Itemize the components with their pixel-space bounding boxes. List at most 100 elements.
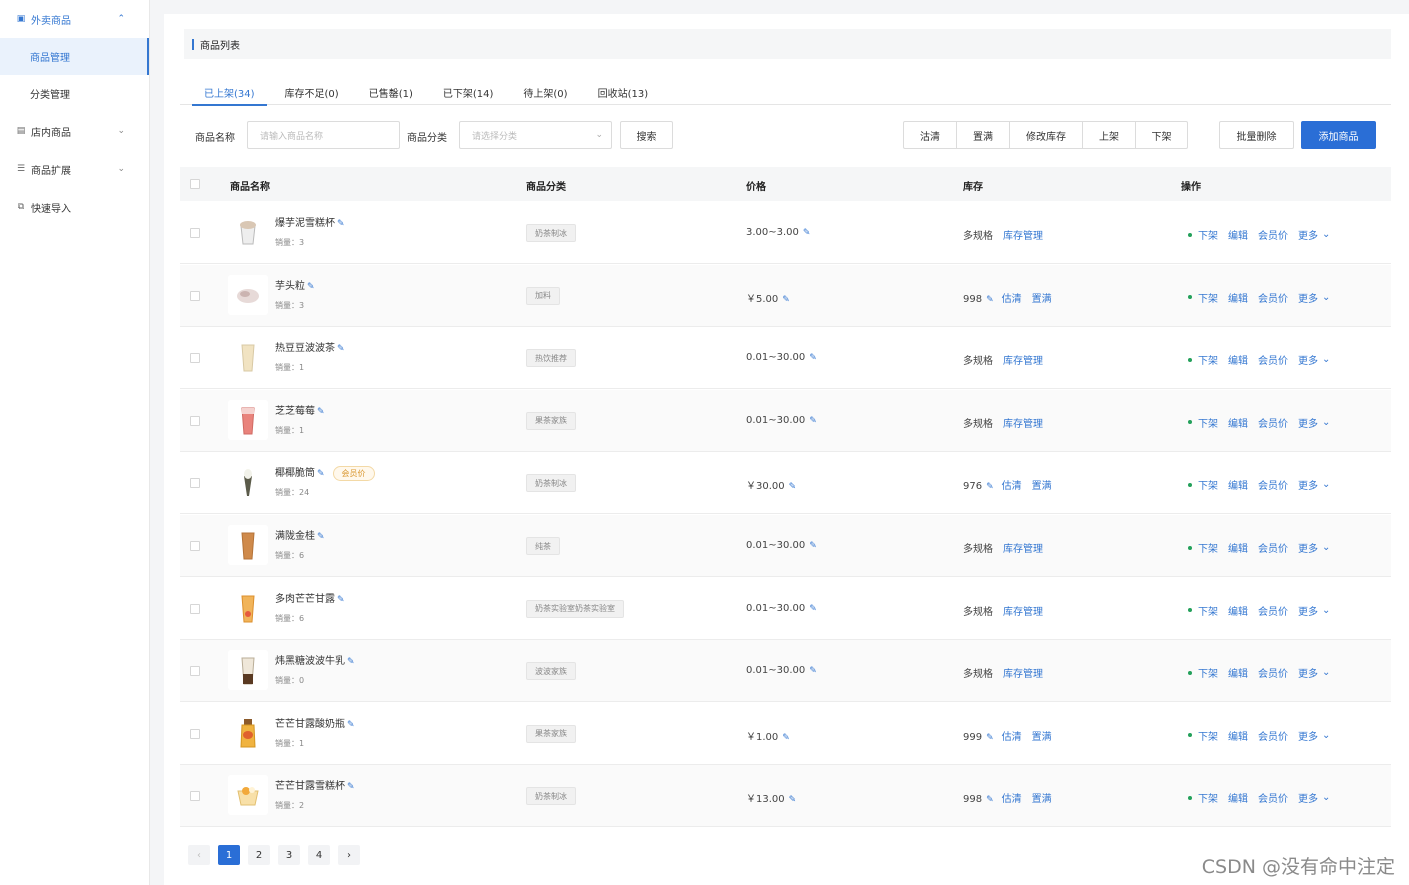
edit-price-icon[interactable]: ✎ [809, 353, 817, 363]
sidebar-group-extension[interactable]: ☰ 商品扩展 ⌄ [0, 150, 149, 188]
clear-stock-link[interactable]: 估清 [1002, 794, 1022, 805]
edit-stock-icon[interactable]: ✎ [986, 295, 994, 305]
edit-name-icon[interactable]: ✎ [317, 532, 325, 542]
edit-price-icon[interactable]: ✎ [809, 604, 817, 614]
batch-delete-button[interactable]: 批量删除 [1219, 121, 1294, 149]
edit-price-icon[interactable]: ✎ [789, 795, 797, 805]
row-checkbox[interactable] [190, 541, 200, 551]
page-4-button[interactable]: 4 [308, 845, 330, 865]
chevron-down-icon[interactable]: ⌄ [1322, 605, 1330, 616]
take-off-shelf-link[interactable]: 下架 [1198, 477, 1218, 492]
stock-manage-link[interactable]: 库存管理 [1003, 356, 1043, 367]
product-name-input[interactable]: 请输入商品名称 [247, 121, 400, 149]
member-price-link[interactable]: 会员价 [1258, 290, 1288, 305]
more-link[interactable]: 更多 [1298, 352, 1318, 367]
stock-manage-link[interactable]: 库存管理 [1003, 419, 1043, 430]
row-checkbox[interactable] [190, 478, 200, 489]
sidebar-group-takeout[interactable]: ▣ 外卖商品 ⌃ [0, 0, 149, 38]
row-checkbox[interactable] [190, 603, 200, 614]
more-link[interactable]: 更多 [1298, 227, 1318, 242]
member-price-link[interactable]: 会员价 [1258, 728, 1288, 743]
chevron-down-icon[interactable]: ⌄ [1322, 417, 1330, 428]
edit-link[interactable]: 编辑 [1228, 728, 1248, 743]
clear-stock-link[interactable]: 估清 [1002, 481, 1022, 492]
edit-name-icon[interactable]: ✎ [347, 782, 355, 792]
tab-off-shelf[interactable]: 已下架(14) [443, 80, 494, 105]
edit-link[interactable]: 编辑 [1228, 540, 1248, 555]
clear-stock-link[interactable]: 估清 [1002, 732, 1022, 743]
sidebar-item-category-manage[interactable]: 分类管理 [0, 75, 149, 112]
select-all-checkbox[interactable] [190, 179, 200, 189]
edit-price-icon[interactable]: ✎ [803, 228, 811, 238]
member-price-link[interactable]: 会员价 [1258, 477, 1288, 492]
chevron-down-icon[interactable]: ⌄ [1322, 229, 1330, 240]
take-off-shelf-link[interactable]: 下架 [1198, 352, 1218, 367]
chevron-down-icon[interactable]: ⌄ [1322, 730, 1330, 741]
stock-manage-link[interactable]: 库存管理 [1003, 231, 1043, 242]
edit-link[interactable]: 编辑 [1228, 603, 1248, 618]
row-checkbox[interactable] [190, 666, 200, 677]
edit-name-icon[interactable]: ✎ [317, 407, 325, 417]
edit-link[interactable]: 编辑 [1228, 227, 1248, 242]
member-price-link[interactable]: 会员价 [1258, 227, 1288, 242]
edit-link[interactable]: 编辑 [1228, 352, 1248, 367]
page-1-button[interactable]: 1 [218, 845, 240, 865]
edit-name-icon[interactable]: ✎ [317, 469, 325, 479]
edit-name-icon[interactable]: ✎ [337, 344, 345, 354]
edit-link[interactable]: 编辑 [1228, 415, 1248, 430]
edit-link[interactable]: 编辑 [1228, 790, 1248, 805]
edit-name-icon[interactable]: ✎ [347, 720, 355, 730]
member-price-link[interactable]: 会员价 [1258, 352, 1288, 367]
take-off-shelf-button[interactable]: 下架 [1136, 122, 1187, 148]
sidebar-group-import[interactable]: ⧉ 快速导入 [0, 188, 149, 226]
take-off-shelf-link[interactable]: 下架 [1198, 603, 1218, 618]
edit-price-icon[interactable]: ✎ [809, 416, 817, 426]
member-price-link[interactable]: 会员价 [1258, 603, 1288, 618]
take-off-shelf-link[interactable]: 下架 [1198, 665, 1218, 680]
tab-recycle-bin[interactable]: 回收站(13) [598, 80, 649, 105]
edit-price-icon[interactable]: ✎ [809, 541, 817, 551]
chevron-down-icon[interactable]: ⌄ [1322, 479, 1330, 490]
edit-stock-icon[interactable]: ✎ [986, 482, 994, 492]
chevron-down-icon[interactable]: ⌄ [1322, 667, 1330, 678]
take-off-shelf-link[interactable]: 下架 [1198, 728, 1218, 743]
take-off-shelf-link[interactable]: 下架 [1198, 540, 1218, 555]
sidebar-group-instore[interactable]: ▤ 店内商品 ⌄ [0, 112, 149, 150]
edit-name-icon[interactable]: ✎ [307, 282, 315, 292]
take-off-shelf-link[interactable]: 下架 [1198, 415, 1218, 430]
member-price-link[interactable]: 会员价 [1258, 790, 1288, 805]
edit-link[interactable]: 编辑 [1228, 477, 1248, 492]
prev-page-button[interactable]: ‹ [188, 845, 210, 865]
edit-name-icon[interactable]: ✎ [337, 595, 345, 605]
chevron-down-icon[interactable]: ⌄ [1322, 792, 1330, 803]
more-link[interactable]: 更多 [1298, 477, 1318, 492]
chevron-down-icon[interactable]: ⌄ [1322, 292, 1330, 303]
fill-stock-link[interactable]: 置满 [1032, 794, 1052, 805]
add-product-button[interactable]: 添加商品 [1301, 121, 1376, 149]
chevron-down-icon[interactable]: ⌄ [1322, 542, 1330, 553]
clear-stock-button[interactable]: 沽清 [904, 122, 957, 148]
edit-link[interactable]: 编辑 [1228, 665, 1248, 680]
more-link[interactable]: 更多 [1298, 728, 1318, 743]
row-checkbox[interactable] [190, 353, 200, 364]
more-link[interactable]: 更多 [1298, 603, 1318, 618]
member-price-link[interactable]: 会员价 [1258, 665, 1288, 680]
stock-manage-link[interactable]: 库存管理 [1003, 544, 1043, 555]
tab-pending[interactable]: 待上架(0) [523, 80, 567, 105]
fill-stock-button[interactable]: 置满 [957, 122, 1010, 148]
row-checkbox[interactable] [190, 415, 200, 426]
member-price-link[interactable]: 会员价 [1258, 540, 1288, 555]
row-checkbox[interactable] [190, 290, 200, 301]
page-3-button[interactable]: 3 [278, 845, 300, 865]
category-select[interactable]: 请选择分类 ⌄ [459, 121, 612, 149]
row-checkbox[interactable] [190, 728, 200, 739]
stock-manage-link[interactable]: 库存管理 [1003, 607, 1043, 618]
clear-stock-link[interactable]: 估清 [1002, 294, 1022, 305]
fill-stock-link[interactable]: 置满 [1032, 294, 1052, 305]
fill-stock-link[interactable]: 置满 [1032, 481, 1052, 492]
take-off-shelf-link[interactable]: 下架 [1198, 790, 1218, 805]
edit-name-icon[interactable]: ✎ [347, 657, 355, 667]
search-button[interactable]: 搜索 [620, 121, 673, 149]
fill-stock-link[interactable]: 置满 [1032, 732, 1052, 743]
page-2-button[interactable]: 2 [248, 845, 270, 865]
